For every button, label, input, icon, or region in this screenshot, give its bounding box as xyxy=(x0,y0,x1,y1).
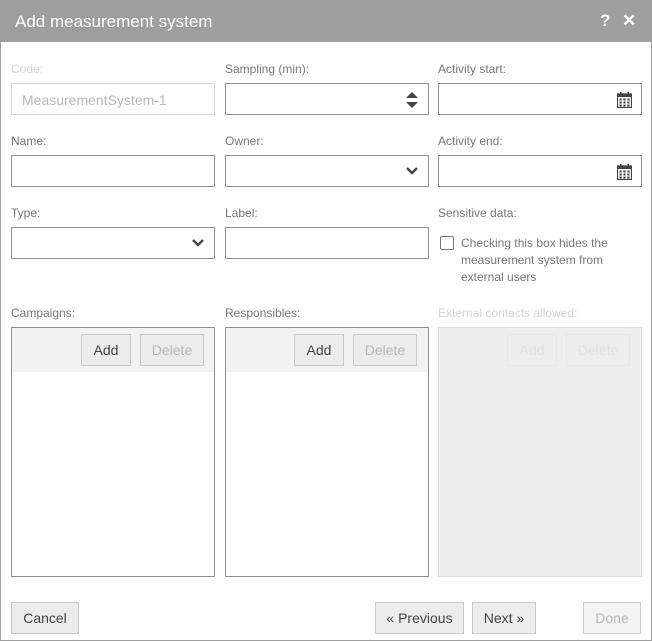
code-label: Code: xyxy=(11,62,44,76)
external-contacts-label: External contacts allowed: xyxy=(438,306,578,320)
campaigns-list[interactable]: Add Delete xyxy=(11,327,215,577)
responsibles-toolbar: Add Delete xyxy=(226,328,428,372)
responsibles-list[interactable]: Add Delete xyxy=(225,327,429,577)
chevron-down-icon xyxy=(406,167,418,175)
external-contacts-add-button: Add xyxy=(507,334,557,366)
dialog-title: Add measurement system xyxy=(15,12,213,31)
name-input[interactable] xyxy=(11,155,215,187)
previous-button[interactable]: « Previous xyxy=(375,602,464,634)
code-field: MeasurementSystem-1 xyxy=(11,83,215,115)
external-contacts-list: Add Delete xyxy=(438,327,642,577)
dialog-titlebar: Add measurement system ? ✕ xyxy=(1,1,651,42)
campaigns-delete-button[interactable]: Delete xyxy=(140,334,204,366)
help-icon[interactable]: ? xyxy=(600,11,610,31)
campaigns-toolbar: Add Delete xyxy=(12,328,214,372)
chevron-down-icon xyxy=(192,239,204,247)
sensitive-data-description: Checking this box hides the measurement … xyxy=(461,236,608,284)
next-button[interactable]: Next » xyxy=(472,602,536,634)
activity-end-label: Activity end: xyxy=(438,134,503,148)
activity-start-label: Activity start: xyxy=(438,62,507,76)
type-label: Type: xyxy=(11,206,41,220)
owner-select[interactable] xyxy=(225,155,429,187)
cancel-button[interactable]: Cancel xyxy=(11,602,79,634)
done-button[interactable]: Done xyxy=(583,602,641,634)
sampling-label: Sampling (min): xyxy=(225,62,310,76)
close-icon[interactable]: ✕ xyxy=(622,11,636,31)
add-measurement-system-dialog: Add measurement system ? ✕ Code: Measure… xyxy=(0,0,652,641)
type-select[interactable] xyxy=(11,227,215,259)
code-value: MeasurementSystem-1 xyxy=(22,92,167,108)
sensitive-data-checkbox[interactable] xyxy=(440,236,454,250)
sensitive-data-label: Sensitive data: xyxy=(438,206,517,220)
label-label: Label: xyxy=(225,206,258,220)
campaigns-add-button[interactable]: Add xyxy=(81,334,131,366)
campaigns-label: Campaigns: xyxy=(11,306,76,320)
calendar-icon[interactable] xyxy=(617,164,632,180)
sampling-input[interactable] xyxy=(225,83,429,115)
name-label: Name: xyxy=(11,134,47,148)
activity-end-input[interactable] xyxy=(438,155,642,187)
external-contacts-toolbar: Add Delete xyxy=(439,328,641,372)
external-contacts-delete-button: Delete xyxy=(566,334,630,366)
spinner-arrows-icon[interactable] xyxy=(406,92,418,108)
owner-label: Owner: xyxy=(225,134,264,148)
responsibles-delete-button[interactable]: Delete xyxy=(353,334,417,366)
activity-start-input[interactable] xyxy=(438,83,642,115)
label-input[interactable] xyxy=(225,227,429,259)
responsibles-add-button[interactable]: Add xyxy=(294,334,344,366)
calendar-icon[interactable] xyxy=(617,92,632,108)
responsibles-label: Responsibles: xyxy=(225,306,301,320)
